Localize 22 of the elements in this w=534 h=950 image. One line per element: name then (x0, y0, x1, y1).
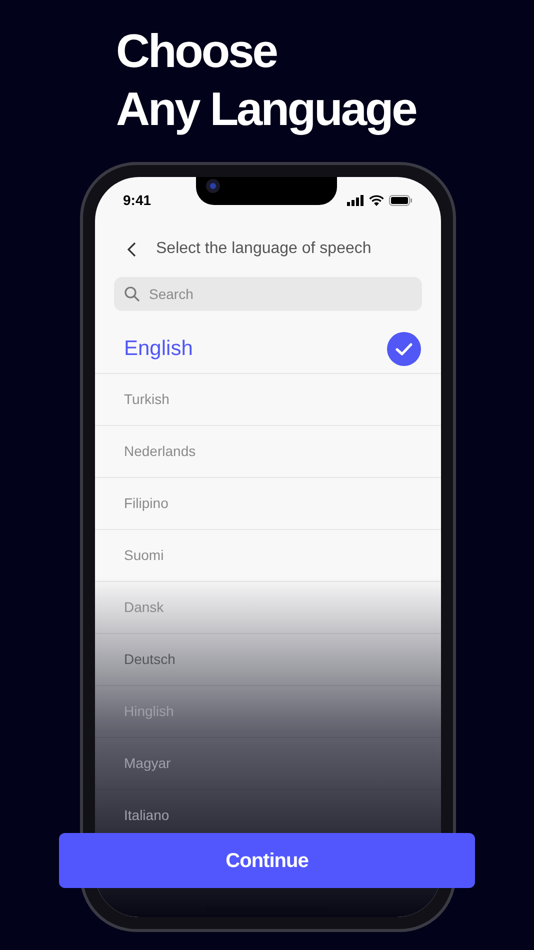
language-item[interactable]: Deutsch (124, 649, 176, 670)
battery-icon (389, 194, 413, 206)
continue-button[interactable]: Continue (59, 833, 475, 888)
search-field[interactable]: Search (114, 277, 422, 311)
language-item[interactable]: Nederlands (124, 441, 196, 462)
screen-title: Select the language of speech (156, 239, 372, 259)
language-item[interactable]: Magyar (124, 753, 171, 774)
signal-icon (347, 194, 364, 206)
language-item[interactable]: Suomi (124, 545, 164, 566)
check-icon (387, 332, 421, 366)
headline: Choose (116, 23, 276, 79)
wifi-icon (369, 194, 384, 206)
language-item[interactable]: Dansk (124, 597, 164, 618)
status-time: 9:41 (123, 190, 152, 210)
camera-icon (206, 179, 220, 193)
search-icon (124, 286, 140, 302)
language-item[interactable]: Filipino (124, 493, 168, 514)
back-icon[interactable] (127, 242, 136, 256)
language-item[interactable]: Turkish (124, 389, 170, 410)
language-item[interactable]: English (124, 333, 193, 365)
language-item[interactable]: Italiano (124, 805, 170, 826)
headline: Any Language (116, 81, 416, 137)
